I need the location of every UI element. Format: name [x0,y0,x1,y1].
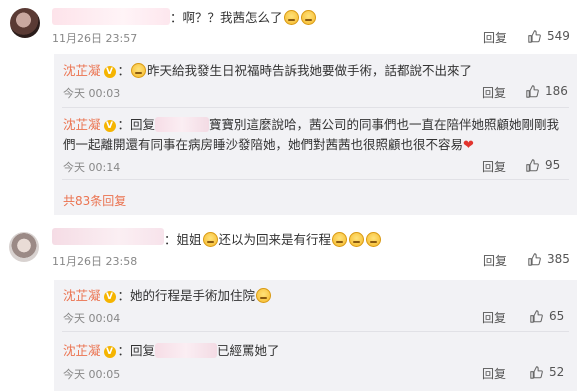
emoji-icon [349,232,365,247]
thumbs-up-icon [526,158,539,172]
emoji-icon [256,288,272,303]
reply-item: 沈芷凝 V ：回复 已經罵她了 今天 00:05 回复 52 [54,332,577,391]
blurred-username[interactable] [155,117,210,132]
reply-text: 沈芷凝 V ：回复 寶寶別這麼說哈，茜公司的同事們也一直在陪伴她照顧她剛剛我 [63,117,560,132]
comment-item: ：啊？？我茜怎么了 11月26日 23:57 回复 549 沈芷凝 V：昨天給我發… [0,0,586,215]
reply-section: 沈芷凝 V ：她的行程是手術加住院 今天 00:04 回复 65 沈芷凝 V ：回复 已經… [54,280,577,391]
verified-badge-icon: V [103,346,116,358]
verified-badge-icon: V [103,66,116,78]
reply-text: 沈芷凝 V：昨天給我發生日祝福時告訴我她要做手術，話都說不出來了 [63,63,473,78]
verified-badge-icon: V [103,120,116,132]
reply-time: 今天 00:05 [63,368,121,381]
thumbs-up-icon [528,252,541,266]
more-replies-link[interactable]: 共83条回复 [63,192,126,209]
reply-author-link[interactable]: 沈芷凝 [63,117,101,132]
reply-time: 今天 00:04 [63,312,121,325]
comment-item: ：姐姐 还以为回来是有行程 11月26日 23:58 回复 385 沈芷凝 V ：她的… [0,222,586,391]
reply-text-line2: 們一起離開還有同事在病房睡沙發陪她，她們對茜茜也很照顧也很不容易❤ [63,137,474,153]
reply-text: 沈芷凝 V ：回复 已經罵她了 [63,343,280,358]
thumbs-up-icon [528,29,541,43]
like-count: 52 [549,365,565,379]
like-button[interactable]: 52 [530,365,564,379]
reply-button[interactable]: 回复 [483,29,507,46]
like-count: 549 [547,29,570,43]
like-button[interactable]: 549 [528,29,570,43]
thumbs-up-icon [526,84,539,98]
blurred-username[interactable] [52,228,164,245]
emoji-icon [131,63,147,78]
reply-button[interactable]: 回复 [482,84,506,101]
heart-icon: ❤ [463,138,474,153]
thumbs-up-icon [530,365,543,379]
blurred-username[interactable] [155,343,218,358]
like-button[interactable]: 385 [528,252,570,266]
reply-author-link[interactable]: 沈芷凝 [63,343,101,358]
like-button[interactable]: 65 [530,309,564,323]
reply-button[interactable]: 回复 [482,309,506,326]
reply-item: 沈芷凝 V ：回复 寶寶別這麼說哈，茜公司的同事們也一直在陪伴她照顧她剛剛我 們一起離… [54,108,577,180]
reply-text: 沈芷凝 V ：她的行程是手術加住院 [63,287,272,305]
emoji-icon [283,10,299,25]
emoji-icon [332,232,348,247]
like-count: 65 [549,309,565,323]
emoji-icon [300,10,316,25]
avatar[interactable] [9,232,39,262]
blurred-username[interactable] [52,8,170,25]
like-count: 385 [547,252,570,266]
like-button[interactable]: 186 [526,84,568,98]
emoji-icon [202,232,218,247]
comment-date: 11月26日 23:58 [52,255,138,268]
reply-item: 沈芷凝 V ：她的行程是手術加住院 今天 00:04 回复 65 [54,280,577,332]
reply-author-link[interactable]: 沈芷凝 [63,63,101,78]
verified-badge-icon: V [103,291,116,303]
like-button[interactable]: 95 [526,158,560,172]
comment-text: ：啊？？我茜怎么了 [170,7,317,26]
emoji-icon [366,232,382,247]
like-count: 95 [545,158,561,172]
reply-section: 沈芷凝 V：昨天給我發生日祝福時告訴我她要做手術，話都說不出來了 今天 00:03… [54,54,577,215]
reply-item: 沈芷凝 V：昨天給我發生日祝福時告訴我她要做手術，話都說不出來了 今天 00:03… [54,54,577,108]
reply-button[interactable]: 回复 [482,158,506,175]
avatar[interactable] [10,8,40,38]
reply-time: 今天 00:14 [63,161,121,174]
reply-author-link[interactable]: 沈芷凝 [63,288,101,303]
comment-date: 11月26日 23:57 [52,32,138,45]
comment-text: ：姐姐 还以为回来是有行程 [164,229,382,248]
like-count: 186 [545,84,568,98]
divider [62,179,569,180]
reply-button[interactable]: 回复 [482,365,506,382]
thumbs-up-icon [530,309,543,323]
reply-button[interactable]: 回复 [483,252,507,269]
reply-time: 今天 00:03 [63,87,121,100]
